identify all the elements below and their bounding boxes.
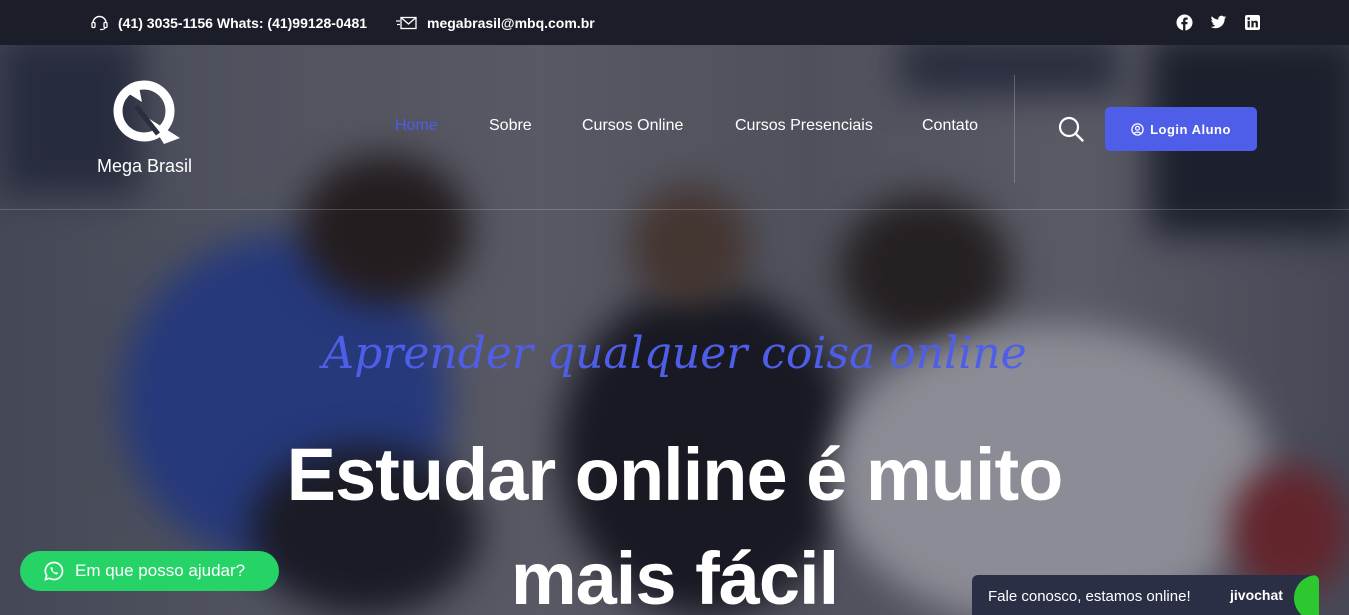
linkedin-icon[interactable] [1244,14,1261,31]
chat-status-badge [1294,575,1319,615]
email-text: megabrasil@mbq.com.br [427,14,595,31]
brand-name: Mega Brasil [97,156,193,176]
nav-contato[interactable]: Contato [922,117,978,135]
phone-text: (41) 3035-1156 Whats: (41)99128-0481 [118,14,368,31]
chat-message: Fale conosco, estamos online! [988,588,1191,605]
chat-brand: jivochat [1230,587,1283,603]
headset-icon [91,15,108,31]
header-divider [0,209,1349,210]
envelope-icon [396,16,417,29]
nav-sobre[interactable]: Sobre [489,117,532,135]
hero-headline-line-1: Estudar online é muito [286,433,1064,516]
nav-cursos-online[interactable]: Cursos Online [582,117,683,135]
login-label: Login Aluno [1150,121,1231,137]
nav-divider [1014,75,1015,183]
twitter-icon[interactable] [1210,14,1227,31]
whatsapp-label: Em que posso ajudar? [75,561,246,580]
email-contact[interactable]: megabrasil@mbq.com.br [396,0,595,45]
facebook-icon[interactable] [1176,14,1193,31]
whatsapp-button[interactable]: Em que posso ajudar? [20,551,279,591]
whatsapp-icon [44,561,64,581]
user-circle-icon [1131,122,1144,136]
login-button[interactable]: Login Aluno [1105,107,1257,151]
nav-home[interactable]: Home [395,117,438,135]
nav-cursos-presenciais[interactable]: Cursos Presenciais [735,117,873,135]
search-button[interactable] [1057,115,1085,143]
site-logo[interactable]: Mega Brasil [96,78,196,178]
search-icon [1058,116,1084,142]
hero-section: Mega Brasil Home Sobre Cursos Online Cur… [0,45,1349,615]
chat-widget[interactable]: Fale conosco, estamos online! jivochat [972,575,1319,615]
logo-mark [113,80,180,144]
top-bar: (41) 3035-1156 Whats: (41)99128-0481 meg… [0,0,1349,45]
phone-contact[interactable]: (41) 3035-1156 Whats: (41)99128-0481 [90,0,367,45]
hero-tagline: Aprender qualquer coisa online [322,328,1027,379]
